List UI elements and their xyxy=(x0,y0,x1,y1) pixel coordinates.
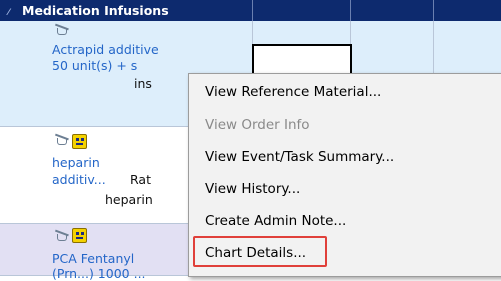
order-detail: additiv... xyxy=(52,172,106,187)
header-divider xyxy=(350,0,351,21)
section-title-wrap[interactable]: ⁄ Medication Infusions xyxy=(8,0,169,21)
header-divider xyxy=(433,0,434,21)
order-subtext: ins xyxy=(134,76,152,91)
menu-item-view-history[interactable]: View History... xyxy=(205,178,300,200)
order-detail: (Prn...) 1000 ... xyxy=(52,266,146,281)
order-name-link[interactable]: PCA Fentanyl xyxy=(52,251,134,266)
menu-item-view-order-info[interactable]: View Order Info xyxy=(205,114,310,136)
order-rate: Rat xyxy=(130,172,151,187)
order-subtext: heparin xyxy=(105,192,153,207)
menu-item-view-reference-material[interactable]: View Reference Material... xyxy=(205,81,381,103)
section-header[interactable]: ⁄ Medication Infusions xyxy=(0,0,501,21)
header-divider xyxy=(252,0,253,21)
highlight-box xyxy=(193,236,327,267)
iv-bag-icon xyxy=(54,229,70,246)
order-name-link[interactable]: heparin xyxy=(52,155,100,170)
menu-item-create-admin-note[interactable]: Create Admin Note... xyxy=(205,210,346,232)
section-title: Medication Infusions xyxy=(22,3,169,18)
alert-face-icon[interactable] xyxy=(72,228,87,243)
iv-bag-icon xyxy=(54,23,70,40)
menu-item-view-event-task-summary[interactable]: View Event/Task Summary... xyxy=(205,146,394,168)
alert-face-icon[interactable] xyxy=(72,134,87,149)
iv-bag-icon xyxy=(54,133,70,150)
order-name-link[interactable]: Actrapid additive xyxy=(52,42,159,57)
order-detail: 50 unit(s) + s xyxy=(52,58,138,73)
